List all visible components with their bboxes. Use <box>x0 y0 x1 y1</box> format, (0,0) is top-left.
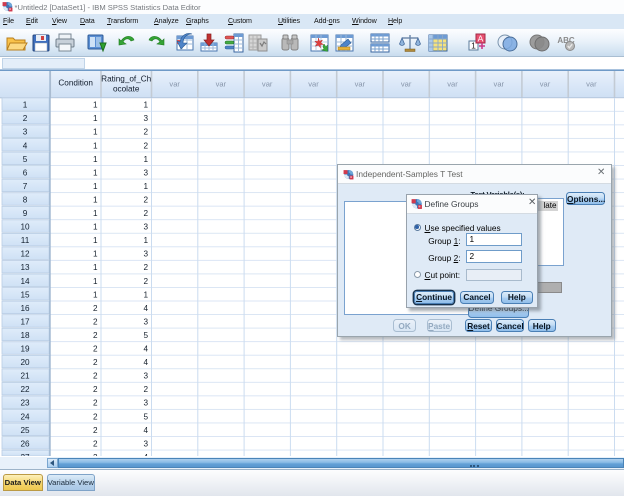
svg-text:18: 18 <box>20 331 30 340</box>
svg-text:2: 2 <box>93 331 98 340</box>
svg-text:14: 14 <box>20 277 30 286</box>
svg-text:2: 2 <box>93 317 98 326</box>
svg-text:3: 3 <box>23 128 28 137</box>
svg-text:3: 3 <box>143 399 148 408</box>
svg-text:16: 16 <box>20 304 30 313</box>
svg-text:4: 4 <box>23 141 28 150</box>
svg-text:1: 1 <box>471 41 476 51</box>
svg-text:4: 4 <box>143 358 148 367</box>
svg-text:2: 2 <box>93 345 98 354</box>
svg-text:10: 10 <box>20 223 30 232</box>
svg-text:4: 4 <box>143 426 148 435</box>
svg-text:2: 2 <box>143 277 148 286</box>
svg-text:2: 2 <box>93 372 98 381</box>
svg-text:1: 1 <box>93 277 98 286</box>
svg-text:Condition: Condition <box>58 79 93 88</box>
svg-text:1: 1 <box>93 155 98 164</box>
svg-text:11: 11 <box>21 236 30 245</box>
svg-text:15: 15 <box>20 290 30 299</box>
svg-text:3: 3 <box>143 317 148 326</box>
svg-text:1: 1 <box>143 236 148 245</box>
svg-text:6: 6 <box>23 168 28 177</box>
svg-text:2: 2 <box>143 195 148 204</box>
svg-text:23: 23 <box>20 399 30 408</box>
svg-text:1: 1 <box>93 182 98 191</box>
svg-text:3: 3 <box>143 372 148 381</box>
svg-text:5: 5 <box>23 155 28 164</box>
svg-text:ocolate: ocolate <box>113 85 140 94</box>
svg-text:5: 5 <box>143 331 148 340</box>
svg-text:17: 17 <box>20 317 30 326</box>
svg-text:3: 3 <box>143 168 148 177</box>
svg-text:1: 1 <box>93 263 98 272</box>
svg-text:var: var <box>216 80 227 89</box>
svg-text:1: 1 <box>93 250 98 259</box>
svg-text:3: 3 <box>143 114 148 123</box>
svg-text:2: 2 <box>93 358 98 367</box>
svg-text:var: var <box>401 80 412 89</box>
svg-text:var: var <box>355 80 366 89</box>
svg-text:9: 9 <box>23 209 28 218</box>
svg-text:2: 2 <box>93 399 98 408</box>
svg-text:1: 1 <box>93 168 98 177</box>
svg-text:2: 2 <box>93 304 98 313</box>
svg-text:21: 21 <box>20 372 30 381</box>
svg-text:20: 20 <box>20 358 30 367</box>
svg-text:4: 4 <box>143 453 148 456</box>
svg-text:1: 1 <box>143 290 148 299</box>
svg-text:1: 1 <box>23 101 28 110</box>
svg-text:7: 7 <box>23 182 28 191</box>
svg-text:A: A <box>478 34 484 44</box>
svg-text:1: 1 <box>93 128 98 137</box>
svg-text:Rating_of_Ch: Rating_of_Ch <box>101 75 152 84</box>
svg-text:13: 13 <box>20 263 30 272</box>
svg-text:2: 2 <box>143 263 148 272</box>
svg-text:27: 27 <box>20 453 30 456</box>
svg-text:1: 1 <box>93 114 98 123</box>
svg-text:3: 3 <box>143 223 148 232</box>
svg-text:var: var <box>540 80 551 89</box>
svg-text:1: 1 <box>93 290 98 299</box>
svg-text:var: var <box>586 80 597 89</box>
svg-text:1: 1 <box>93 195 98 204</box>
svg-text:2: 2 <box>143 128 148 137</box>
svg-text:1: 1 <box>143 101 148 110</box>
svg-text:22: 22 <box>20 385 30 394</box>
svg-text:1: 1 <box>93 223 98 232</box>
svg-text:1: 1 <box>93 209 98 218</box>
svg-text:2: 2 <box>93 439 98 448</box>
svg-text:5: 5 <box>143 412 148 421</box>
svg-text:2: 2 <box>143 141 148 150</box>
svg-text:3: 3 <box>143 439 148 448</box>
svg-text:var: var <box>494 80 505 89</box>
svg-text:2: 2 <box>93 426 98 435</box>
svg-text:26: 26 <box>20 439 30 448</box>
svg-text:var: var <box>262 80 273 89</box>
svg-text:2: 2 <box>23 114 28 123</box>
svg-text:12: 12 <box>20 250 30 259</box>
svg-text:var: var <box>447 80 458 89</box>
svg-text:25: 25 <box>20 426 30 435</box>
svg-text:2: 2 <box>93 453 98 456</box>
svg-text:2: 2 <box>143 385 148 394</box>
svg-text:1: 1 <box>143 155 148 164</box>
svg-text:1: 1 <box>93 141 98 150</box>
svg-text:1: 1 <box>143 182 148 191</box>
svg-text:1: 1 <box>93 101 98 110</box>
svg-text:2: 2 <box>93 385 98 394</box>
svg-text:2: 2 <box>93 412 98 421</box>
svg-text:var: var <box>169 80 180 89</box>
svg-text:2: 2 <box>143 209 148 218</box>
svg-text:19: 19 <box>20 345 30 354</box>
svg-text:3: 3 <box>143 250 148 259</box>
svg-text:1: 1 <box>93 236 98 245</box>
svg-text:4: 4 <box>143 345 148 354</box>
svg-text:var: var <box>308 80 319 89</box>
svg-text:4: 4 <box>143 304 148 313</box>
svg-text:8: 8 <box>23 195 28 204</box>
svg-text:24: 24 <box>20 412 30 421</box>
